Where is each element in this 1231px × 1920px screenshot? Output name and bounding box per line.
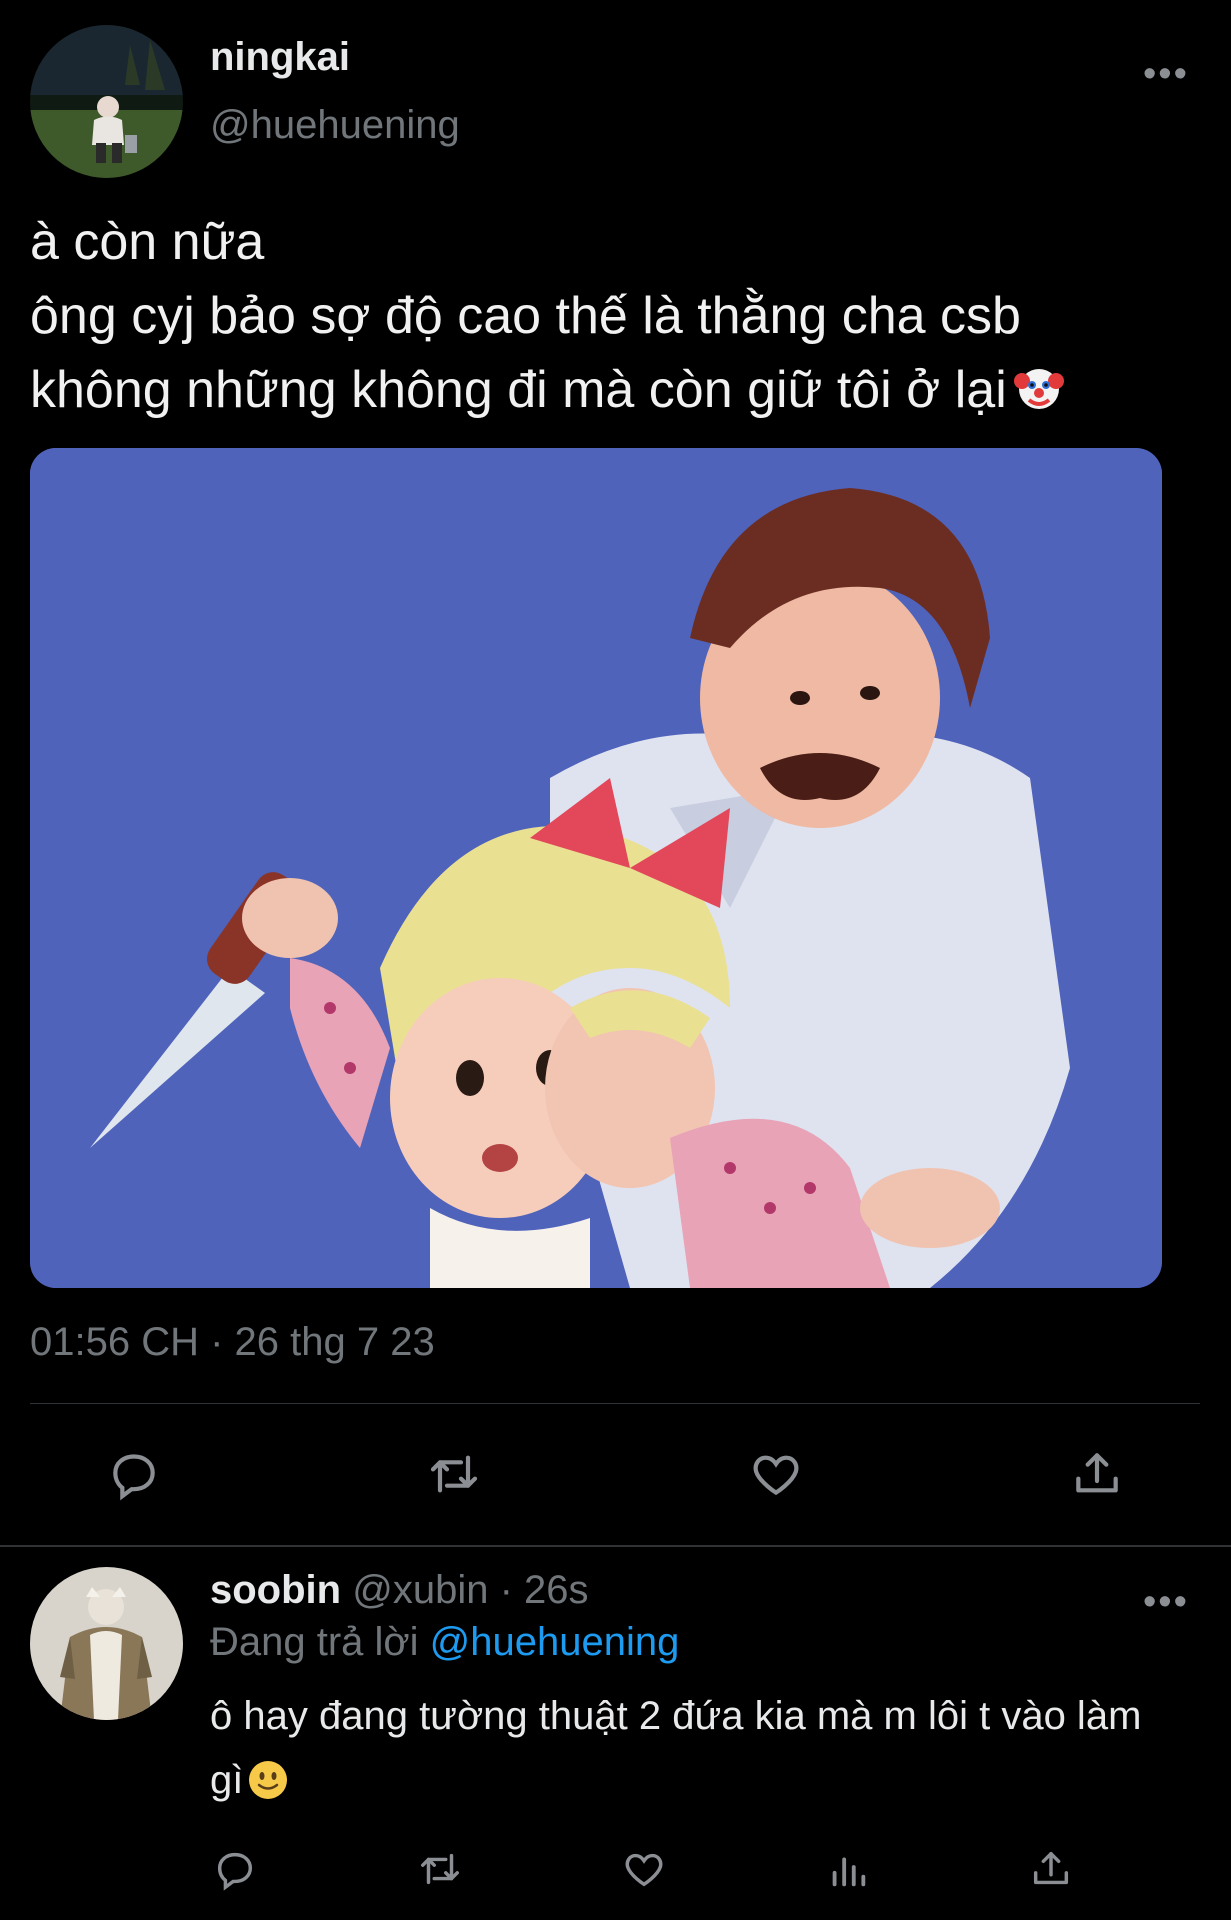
share-icon[interactable] [1065, 1442, 1129, 1506]
reply-text: ô hay đang tường thuật 2 đứa kia mà m lô… [210, 1684, 1160, 1820]
retweet-icon[interactable] [422, 1442, 486, 1506]
tweet-text: à còn nữa ông cyj bảo sợ độ cao thế là t… [30, 205, 1190, 433]
reply-header: soobin @xubin · 26s [210, 1568, 589, 1613]
reply-icon[interactable] [207, 1841, 263, 1897]
clown-face-icon [1013, 359, 1065, 433]
avatar[interactable] [30, 1567, 183, 1720]
views-icon[interactable] [820, 1841, 876, 1897]
display-name[interactable]: ningkai [210, 35, 350, 80]
more-options-icon[interactable]: ••• [1143, 55, 1189, 93]
user-handle[interactable]: @xubin [352, 1568, 488, 1612]
tweet-timestamp[interactable]: 01:56 CH · 26 thg 7 23 [30, 1320, 435, 1365]
tweet-text-line: à còn nữa [30, 213, 265, 271]
slightly-smiling-face-icon [247, 1756, 289, 1820]
share-icon[interactable] [1023, 1841, 1079, 1897]
like-icon[interactable] [616, 1841, 672, 1897]
divider [0, 1545, 1231, 1547]
like-icon[interactable] [744, 1442, 808, 1506]
tweet-image[interactable] [30, 448, 1162, 1288]
replying-to: Đang trả lời @huehuening [210, 1620, 680, 1664]
tweet-text-line: ông cyj bảo sợ độ cao thế là thằng cha c… [30, 287, 1021, 345]
avatar[interactable] [30, 25, 183, 178]
display-name[interactable]: soobin [210, 1568, 341, 1612]
reply-icon[interactable] [102, 1442, 166, 1506]
reply-time[interactable]: 26s [524, 1568, 589, 1612]
mention-link[interactable]: @huehuening [430, 1620, 680, 1664]
divider [30, 1403, 1200, 1404]
user-handle[interactable]: @huehuening [210, 103, 460, 148]
more-options-icon[interactable]: ••• [1143, 1583, 1189, 1621]
retweet-icon[interactable] [412, 1841, 468, 1897]
tweet-text-line: không những không đi mà còn giữ tôi ở lạ… [30, 353, 1190, 433]
separator: · [488, 1568, 524, 1612]
